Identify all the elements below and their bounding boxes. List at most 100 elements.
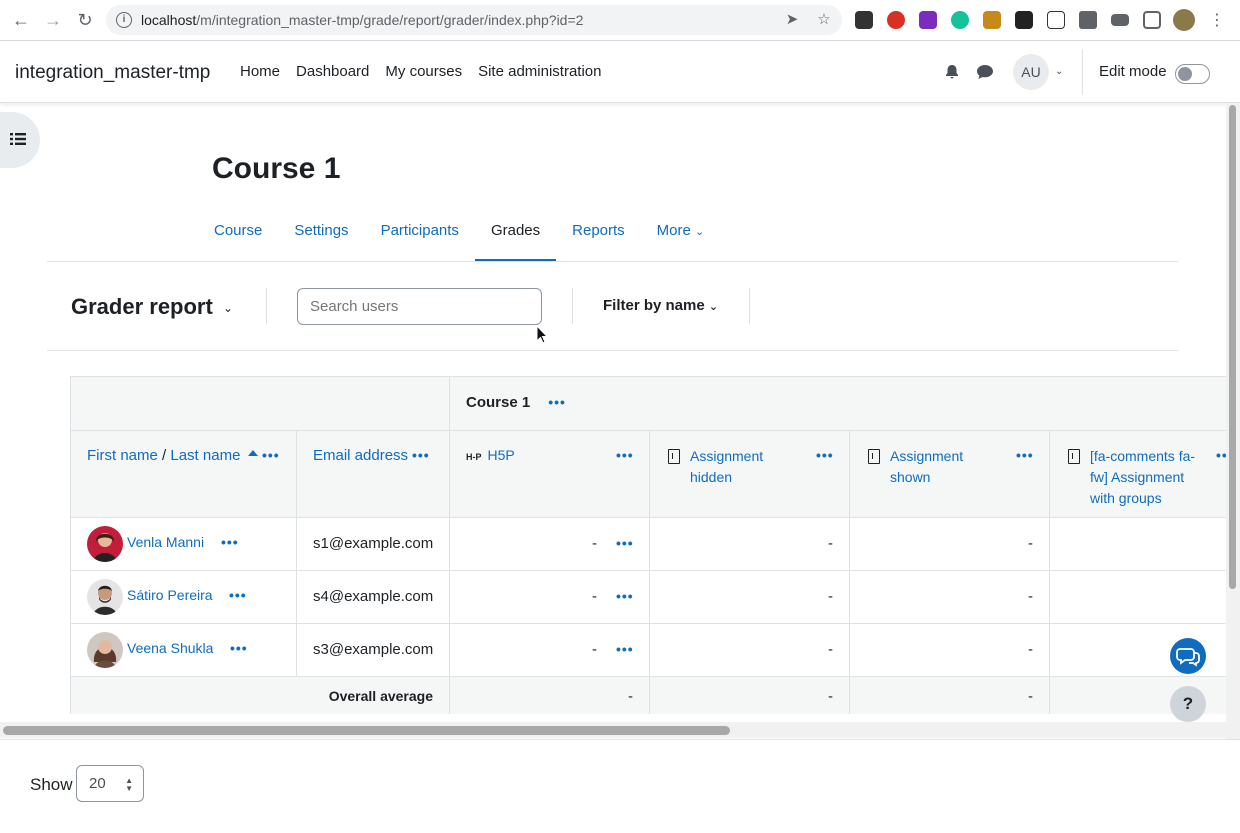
average-value: - xyxy=(649,676,850,714)
side-panel-icon[interactable] xyxy=(1143,11,1161,29)
grade-cell[interactable]: - ••• xyxy=(449,570,650,624)
profile-avatar-icon[interactable] xyxy=(1173,9,1195,31)
grade-cell[interactable]: - ••• xyxy=(449,623,650,677)
email-cell: s3@example.com xyxy=(296,623,450,677)
user-menu-chevron-down-icon[interactable]: ⌄ xyxy=(1055,66,1063,77)
horizontal-scrollbar-thumb[interactable] xyxy=(3,726,730,735)
action-bar-divider xyxy=(749,288,750,324)
vertical-scrollbar-thumb[interactable] xyxy=(1229,105,1236,589)
user-cell: Sátiro Pereira ••• xyxy=(70,570,297,624)
nav-home[interactable]: Home xyxy=(240,63,280,80)
grade-cell[interactable]: - xyxy=(649,570,850,624)
notifications-bell-icon[interactable] xyxy=(944,64,960,80)
adblock-extension-icon[interactable] xyxy=(887,11,905,29)
vertical-scrollbar[interactable] xyxy=(1226,103,1240,739)
last-name-sort-link[interactable]: Last name xyxy=(170,447,240,464)
grade-item-link[interactable]: Assignment shown xyxy=(890,446,1000,488)
tab-course[interactable]: Course xyxy=(198,208,278,262)
grade-cell-actions-icon[interactable]: ••• xyxy=(616,641,634,657)
grade-item-link[interactable]: H5P xyxy=(488,447,515,463)
grade-item-actions-icon[interactable]: ••• xyxy=(1016,447,1034,463)
grade-cell-actions-icon[interactable]: ••• xyxy=(616,535,634,551)
grade-item-actions-icon[interactable]: ••• xyxy=(816,447,834,463)
forward-icon[interactable]: → xyxy=(41,8,65,32)
grade-cell[interactable]: - xyxy=(849,517,1050,571)
grade-cell[interactable]: - xyxy=(849,623,1050,677)
avatar[interactable] xyxy=(87,579,123,615)
average-value: - xyxy=(449,676,650,714)
edit-mode-toggle[interactable] xyxy=(1175,64,1210,84)
eyedropper-extension-icon[interactable] xyxy=(855,11,873,29)
user-actions-icon[interactable]: ••• xyxy=(230,640,248,656)
report-selector[interactable]: Grader report xyxy=(71,294,213,320)
grade-cell[interactable]: - xyxy=(649,623,850,677)
email-sort-link[interactable]: Email address xyxy=(313,447,408,464)
grade-cell[interactable] xyxy=(1048,570,1226,624)
grade-cell[interactable]: - ••• xyxy=(449,517,650,571)
site-brand[interactable]: integration_master-tmp xyxy=(15,62,210,84)
reload-icon[interactable]: ↻ xyxy=(73,8,97,32)
report-chevron-down-icon[interactable]: ⌄ xyxy=(223,301,233,315)
browser-menu-icon[interactable]: ⋮ xyxy=(1205,8,1229,32)
tab-settings[interactable]: Settings xyxy=(278,208,364,262)
tab-more[interactable]: More ⌄ xyxy=(641,208,721,262)
wappalyzer-extension-icon[interactable] xyxy=(983,11,1001,29)
chat-launcher-button[interactable] xyxy=(1170,638,1206,674)
user-actions-icon[interactable]: ••• xyxy=(229,587,247,603)
category-header-row: Course 1 ••• xyxy=(70,376,1226,431)
help-button[interactable]: ? xyxy=(1170,686,1206,722)
tab-participants[interactable]: Participants xyxy=(365,208,475,262)
media-controls-icon[interactable] xyxy=(1111,14,1129,26)
select-arrows-icon: ▲ ▼ xyxy=(125,776,133,793)
email-column-actions-icon[interactable]: ••• xyxy=(412,447,430,463)
user-name-link[interactable]: Sátiro Pereira xyxy=(127,587,213,603)
grade-item-actions-icon[interactable]: ••• xyxy=(616,447,634,463)
avatar[interactable] xyxy=(87,526,123,562)
grade-item-link[interactable]: Assignment hidden xyxy=(690,446,800,488)
grade-cell[interactable]: - xyxy=(849,570,1050,624)
nav-my-courses[interactable]: My courses xyxy=(385,63,462,80)
chat-bubbles-icon xyxy=(1176,648,1200,667)
user-name-link[interactable]: Veena Shukla xyxy=(127,640,213,656)
category-name: Course 1 xyxy=(466,394,531,411)
grammarly-extension-icon[interactable] xyxy=(951,11,969,29)
extensions-puzzle-icon[interactable] xyxy=(1079,11,1097,29)
mouse-cursor-icon xyxy=(536,325,548,344)
grade-item-header-assignment-shown: Assignment shown ••• xyxy=(849,430,1050,518)
grade-cell-actions-icon[interactable]: ••• xyxy=(616,588,634,604)
grade-item-link[interactable]: [fa-comments fa-fw] Assignment with grou… xyxy=(1090,446,1208,509)
tab-extension-icon[interactable] xyxy=(1015,11,1033,29)
grade-cell[interactable]: - xyxy=(649,517,850,571)
nav-site-administration[interactable]: Site administration xyxy=(478,63,601,80)
search-users-input[interactable] xyxy=(297,288,542,325)
nav-dashboard[interactable]: Dashboard xyxy=(296,63,369,80)
grade-cell[interactable] xyxy=(1048,517,1226,571)
name-header-cell: First name / Last name ••• xyxy=(70,430,297,518)
tab-reports[interactable]: Reports xyxy=(556,208,641,262)
horizontal-scrollbar[interactable] xyxy=(0,722,1226,738)
screen-capture-extension-icon[interactable] xyxy=(919,11,937,29)
bookmark-star-icon[interactable]: ☆ xyxy=(816,12,832,28)
table-row: Sátiro Pereira ••• s4@example.com - ••• -… xyxy=(70,570,1226,624)
course-index-drawer-button[interactable] xyxy=(0,112,40,168)
category-actions-icon[interactable]: ••• xyxy=(548,394,566,410)
per-page-select[interactable]: 20 ▲ ▼ xyxy=(76,765,144,802)
tab-grades[interactable]: Grades xyxy=(474,208,557,262)
avatar[interactable] xyxy=(87,632,123,668)
grade-item-header-assignment-hidden: Assignment hidden ••• xyxy=(649,430,850,518)
user-actions-icon[interactable]: ••• xyxy=(221,534,239,550)
user-avatar[interactable]: AU xyxy=(1013,54,1049,90)
grade-item-header-h5p: H-P H5P ••• xyxy=(449,430,650,518)
pull-extension-icon[interactable] xyxy=(1047,11,1065,29)
back-icon[interactable]: ← xyxy=(9,8,33,32)
grade-item-actions-icon[interactable]: ••• xyxy=(1216,447,1226,463)
grade-value: - xyxy=(592,535,597,552)
filter-by-name-button[interactable]: Filter by name ⌄ xyxy=(603,297,718,314)
address-bar[interactable]: i localhost/m/integration_master-tmp/gra… xyxy=(106,5,842,35)
site-info-icon[interactable]: i xyxy=(116,12,132,28)
first-name-sort-link[interactable]: First name xyxy=(87,447,158,464)
name-column-actions-icon[interactable]: ••• xyxy=(262,447,280,463)
user-name-link[interactable]: Venla Manni xyxy=(127,534,204,550)
share-icon[interactable]: ➤ xyxy=(784,12,800,28)
messages-chat-icon[interactable] xyxy=(976,64,994,80)
